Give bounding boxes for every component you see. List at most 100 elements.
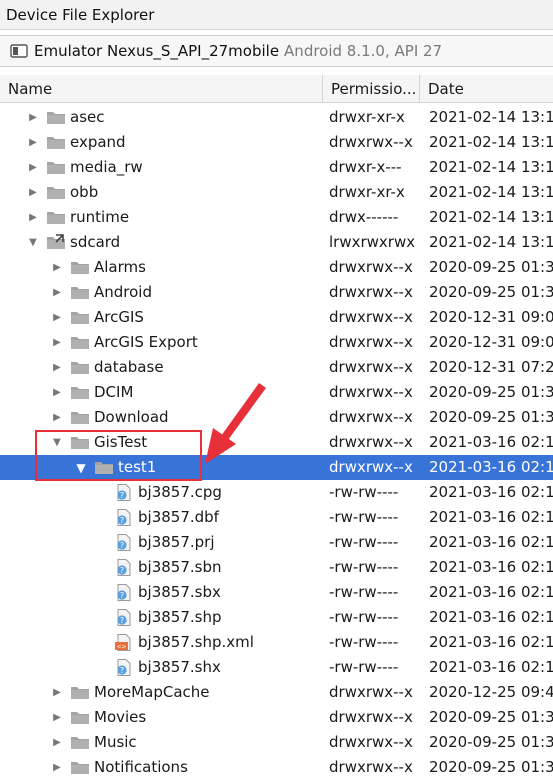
tree-folder-row[interactable]: ▶ Movies drwxrwx--x 2020-09-25 01:32 — [0, 705, 553, 730]
tree-folder-row[interactable]: ▶ Notifications drwxrwx--x 2020-09-25 01:32 — [0, 755, 553, 780]
folder-icon — [46, 209, 66, 226]
item-name: ArcGIS — [94, 308, 144, 326]
item-name: media_rw — [70, 158, 143, 176]
item-permissions: drwxrwx--x — [329, 708, 413, 726]
unknown-file-icon: ? — [114, 509, 134, 526]
tree-file-row[interactable]: ? bj3857.prj -rw-rw---- 2021-03-16 02:17 — [0, 530, 553, 555]
tree-file-row[interactable]: ? bj3857.dbf -rw-rw---- 2021-03-16 02:17 — [0, 505, 553, 530]
expand-right-arrow-icon[interactable]: ▶ — [50, 405, 64, 430]
tree-folder-row[interactable]: ▶ MoreMapCache drwxrwx--x 2020-12-25 09:43 — [0, 680, 553, 705]
item-name: bj3857.sbx — [138, 583, 221, 601]
item-name: runtime — [70, 208, 130, 226]
item-date: 2021-03-16 02:17 — [429, 483, 553, 501]
expand-right-arrow-icon[interactable]: ▶ — [26, 105, 40, 130]
expand-right-arrow-icon[interactable]: ▶ — [26, 155, 40, 180]
folder-icon — [70, 334, 90, 351]
unknown-file-icon: ? — [114, 659, 134, 676]
tree-file-row[interactable]: <> bj3857.shp.xml -rw-rw---- 2021-03-16 02:… — [0, 630, 553, 655]
tree-folder-row[interactable]: ▶ Download drwxrwx--x 2020-09-25 01:32 — [0, 405, 553, 430]
item-date: 2020-09-25 01:32 — [429, 383, 553, 401]
expand-right-arrow-icon[interactable]: ▶ — [50, 755, 64, 780]
tree-folder-row[interactable]: ▶ ArcGIS drwxrwx--x 2020-12-31 09:04 — [0, 305, 553, 330]
item-name: bj3857.dbf — [138, 508, 219, 526]
tree-folder-row[interactable]: ▶ expand drwxrwx--x 2021-02-14 13:15 — [0, 130, 553, 155]
expand-right-arrow-icon[interactable]: ▶ — [50, 330, 64, 355]
expand-down-arrow-icon[interactable]: ▼ — [74, 455, 88, 480]
expand-right-arrow-icon[interactable]: ▶ — [26, 180, 40, 205]
device-icon — [10, 44, 28, 58]
item-permissions: lrwxrwxrwx — [329, 233, 416, 251]
item-name: GisTest — [94, 433, 148, 451]
item-permissions: drwxrwx--x — [329, 258, 413, 276]
column-header-date[interactable]: Date — [419, 75, 553, 103]
tree-folder-row[interactable]: ▶ database drwxrwx--x 2020-12-31 07:26 — [0, 355, 553, 380]
item-date: 2020-09-25 01:32 — [429, 258, 553, 276]
item-permissions: -rw-rw---- — [329, 533, 399, 551]
item-permissions: drwxrwx--x — [329, 358, 413, 376]
expand-right-arrow-icon[interactable]: ▶ — [50, 680, 64, 705]
expand-right-arrow-icon[interactable]: ▶ — [50, 730, 64, 755]
tree-file-row[interactable]: ? bj3857.sbx -rw-rw---- 2021-03-16 02:17 — [0, 580, 553, 605]
expand-right-arrow-icon[interactable]: ▶ — [50, 305, 64, 330]
column-header-name[interactable]: Name — [0, 75, 322, 103]
expand-right-arrow-icon[interactable]: ▶ — [26, 205, 40, 230]
unknown-file-icon: ? — [114, 534, 134, 551]
item-date: 2020-09-25 01:32 — [429, 408, 553, 426]
tree-folder-row[interactable]: ▶ runtime drwx------ 2021-02-14 13:15 — [0, 205, 553, 230]
unknown-file-icon: ? — [114, 609, 134, 626]
tree-folder-row[interactable]: ▼ GisTest drwxrwx--x 2021-03-16 02:16 — [0, 430, 553, 455]
svg-text:?: ? — [120, 591, 124, 600]
expand-right-arrow-icon[interactable]: ▶ — [50, 255, 64, 280]
xml-file-icon: <> — [114, 634, 134, 651]
folder-icon — [70, 759, 90, 776]
item-date: 2020-09-25 01:32 — [429, 283, 553, 301]
expand-right-arrow-icon[interactable]: ▶ — [50, 705, 64, 730]
tree-folder-row[interactable]: ▶ media_rw drwxr-x--- 2021-02-14 13:15 — [0, 155, 553, 180]
item-permissions: -rw-rw---- — [329, 483, 399, 501]
item-permissions: drwxr-xr-x — [329, 183, 405, 201]
tree-file-row[interactable]: ? bj3857.sbn -rw-rw---- 2021-03-16 02:17 — [0, 555, 553, 580]
device-name: Emulator Nexus_S_API_27mobile — [34, 42, 280, 60]
expand-right-arrow-icon[interactable]: ▶ — [50, 355, 64, 380]
item-permissions: drwxr-x--- — [329, 158, 402, 176]
folder-icon — [70, 684, 90, 701]
folder-icon — [46, 134, 66, 151]
tree-file-row[interactable]: ? bj3857.shp -rw-rw---- 2021-03-16 02:17 — [0, 605, 553, 630]
unknown-file-icon: ? — [114, 484, 134, 501]
expand-right-arrow-icon[interactable]: ▶ — [50, 380, 64, 405]
column-header-permissions[interactable]: Permissio... — [322, 75, 419, 103]
expand-right-arrow-icon[interactable]: ▶ — [50, 280, 64, 305]
tree-folder-row[interactable]: ▶ asec drwxr-xr-x 2021-02-14 13:15 — [0, 105, 553, 130]
item-date: 2021-02-14 13:15 — [429, 158, 553, 176]
tree-folder-row[interactable]: ▶ DCIM drwxrwx--x 2020-09-25 01:32 — [0, 380, 553, 405]
tree-folder-row[interactable]: ▶ obb drwxr-xr-x 2021-02-14 13:15 — [0, 180, 553, 205]
expand-down-arrow-icon[interactable]: ▼ — [26, 230, 40, 255]
tree-folder-row[interactable]: ▶ ArcGIS Export drwxrwx--x 2020-12-31 09:02 — [0, 330, 553, 355]
tree-file-row[interactable]: ? bj3857.cpg -rw-rw---- 2021-03-16 02:17 — [0, 480, 553, 505]
tree-folder-row[interactable]: ▼ test1 drwxrwx--x 2021-03-16 02:16 — [0, 455, 553, 480]
item-date: 2021-03-16 02:17 — [429, 583, 553, 601]
tree-folder-row[interactable]: ▶ Music drwxrwx--x 2020-09-25 01:32 — [0, 730, 553, 755]
item-permissions: -rw-rw---- — [329, 633, 399, 651]
expand-right-arrow-icon[interactable]: ▶ — [26, 130, 40, 155]
window-title: Device File Explorer — [6, 5, 155, 24]
item-permissions: drwxrwx--x — [329, 283, 413, 301]
folder-icon — [70, 359, 90, 376]
item-permissions: -rw-rw---- — [329, 583, 399, 601]
item-permissions: drwxrwx--x — [329, 733, 413, 751]
item-permissions: drwx------ — [329, 208, 399, 226]
item-name: bj3857.sbn — [138, 558, 222, 576]
tree-folder-row[interactable]: ▼ sdcard lrwxrwxrwx 2021-02-14 13:15 — [0, 230, 553, 255]
item-date: 2021-02-14 13:15 — [429, 133, 553, 151]
expand-down-arrow-icon[interactable]: ▼ — [50, 430, 64, 455]
item-permissions: drwxrwx--x — [329, 133, 413, 151]
tree-folder-row[interactable]: ▶ Android drwxrwx--x 2020-09-25 01:32 — [0, 280, 553, 305]
tree-file-row[interactable]: ? bj3857.shx -rw-rw---- 2021-03-16 02:17 — [0, 655, 553, 680]
item-permissions: -rw-rw---- — [329, 558, 399, 576]
device-selector[interactable]: Emulator Nexus_S_API_27mobile Android 8.… — [0, 35, 553, 67]
item-name: DCIM — [94, 383, 134, 401]
tree-folder-row[interactable]: ▶ Alarms drwxrwx--x 2020-09-25 01:32 — [0, 255, 553, 280]
svg-text:?: ? — [120, 491, 124, 500]
item-name: expand — [70, 133, 126, 151]
item-permissions: drwxr-xr-x — [329, 108, 405, 126]
